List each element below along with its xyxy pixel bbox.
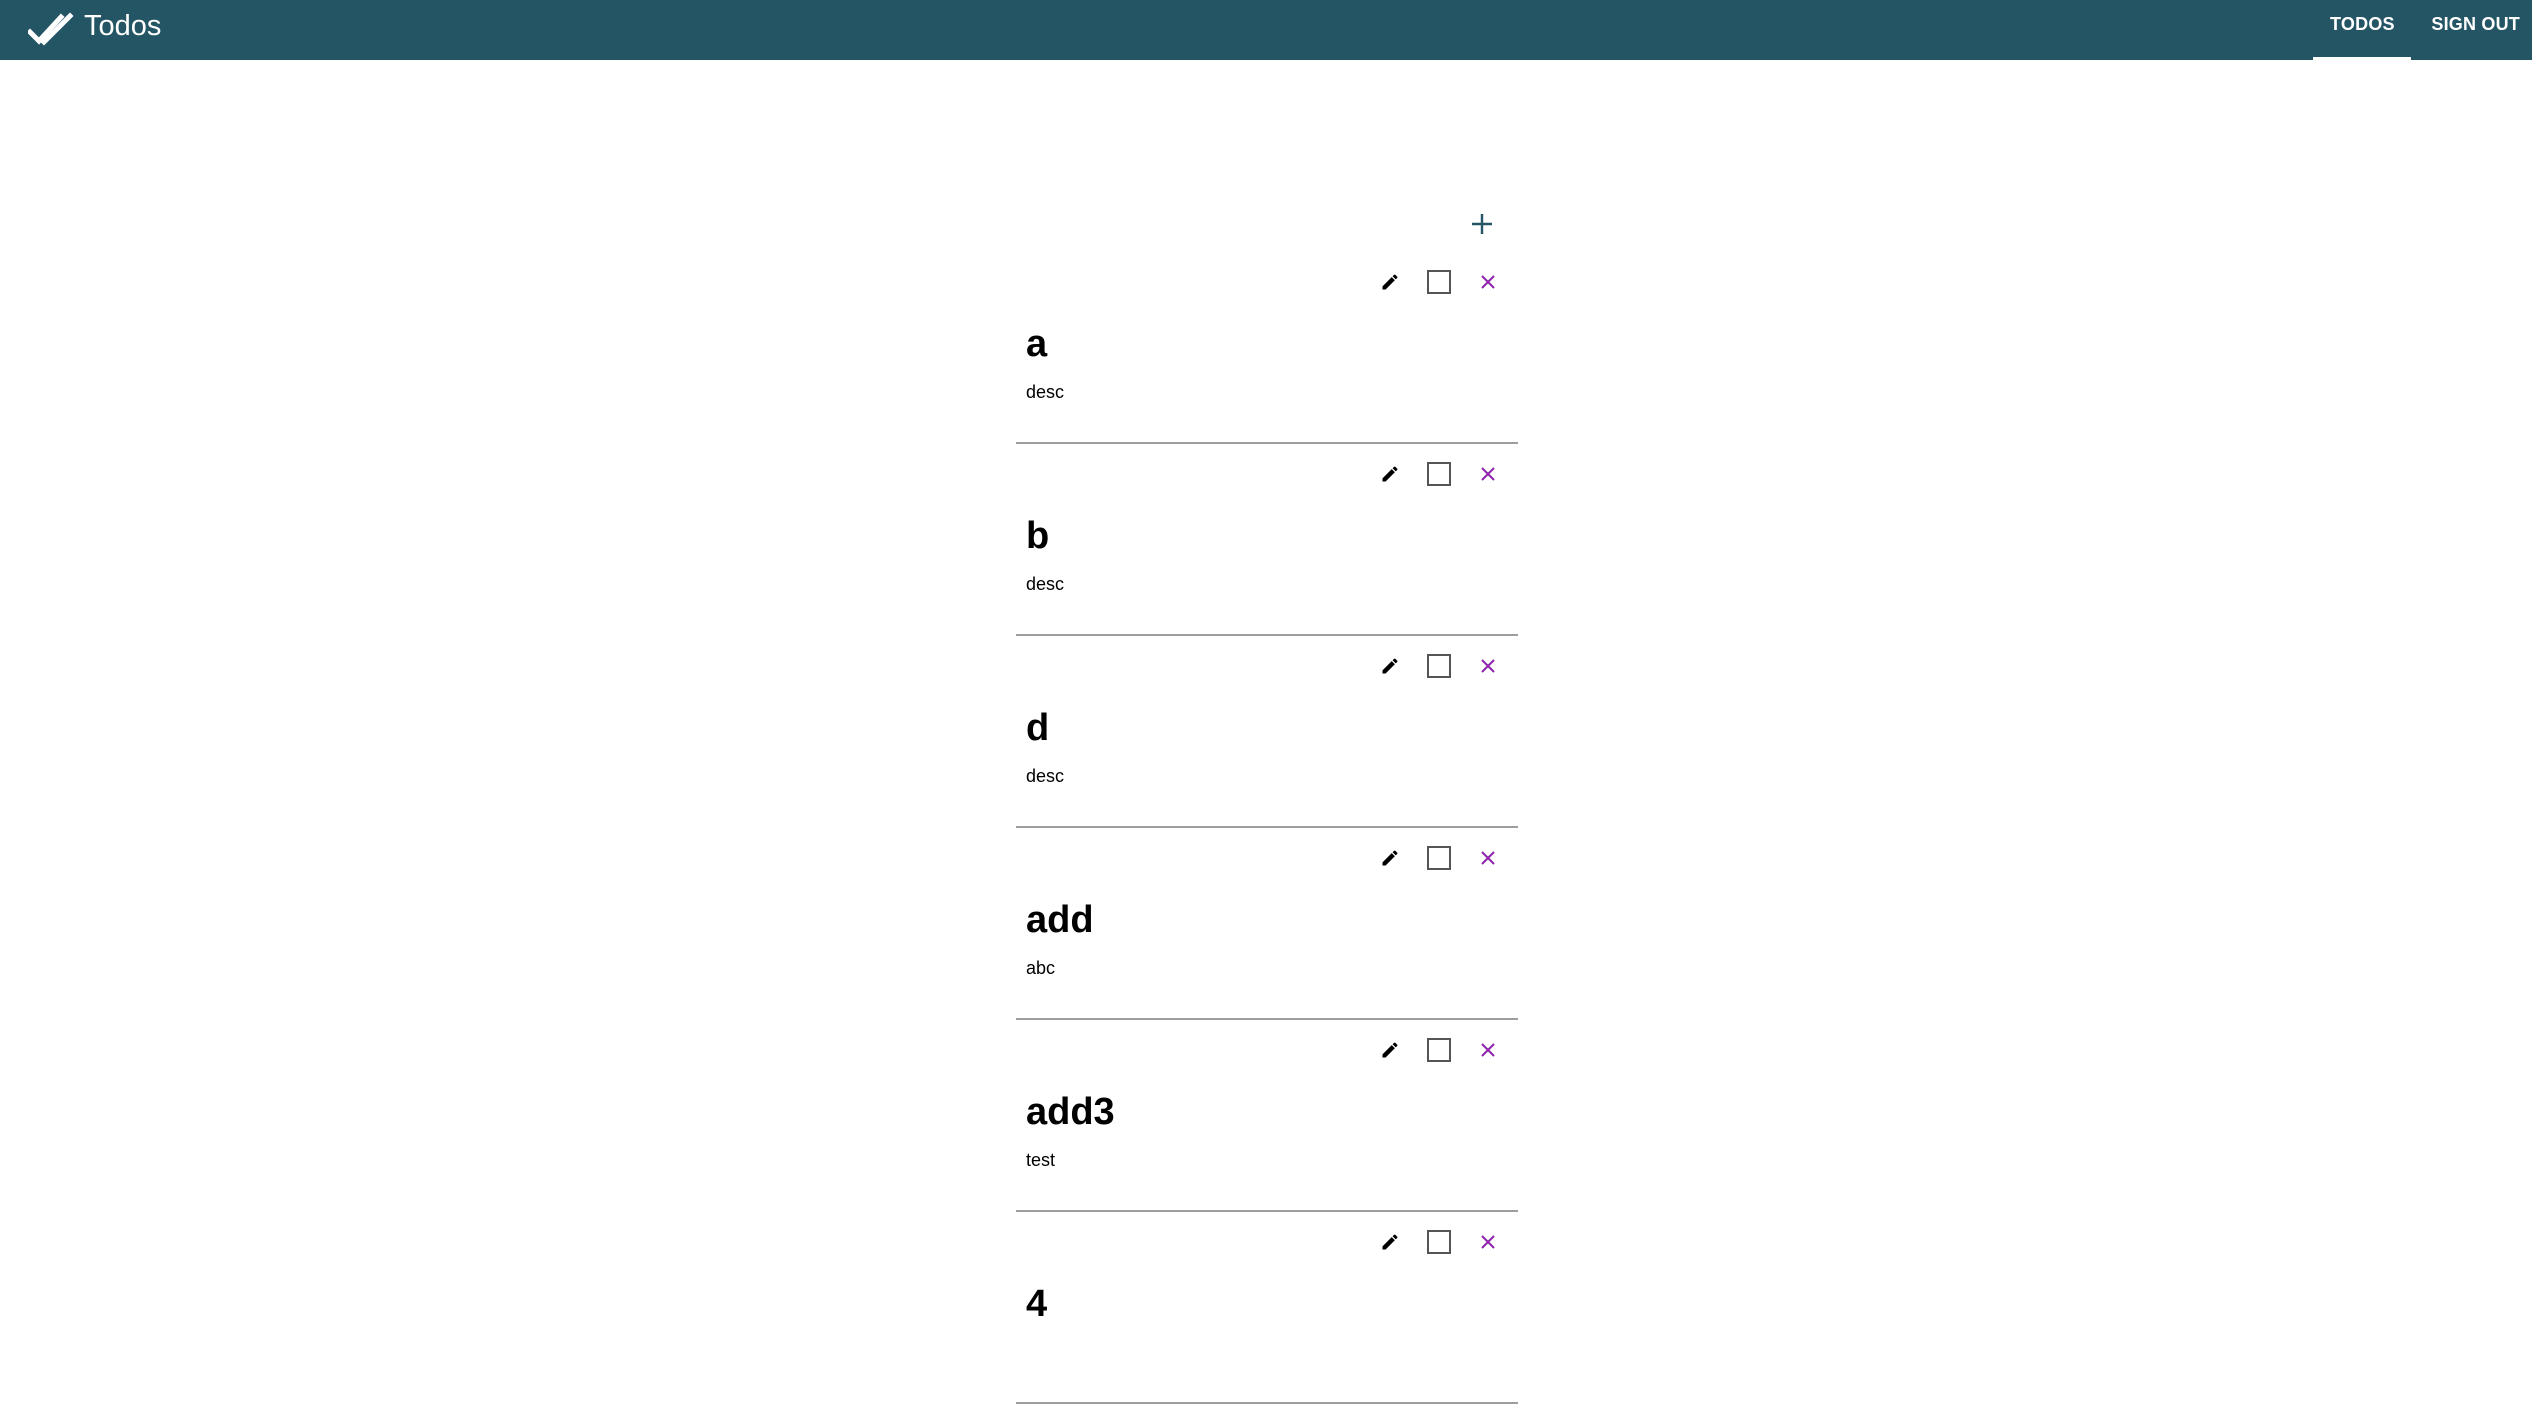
todo-item: a desc: [1016, 252, 1518, 444]
todo-item: add abc: [1016, 828, 1518, 1020]
checkbox-icon: [1426, 461, 1452, 487]
checkbox-icon: [1426, 1037, 1452, 1063]
checkbox-icon: [1426, 845, 1452, 871]
complete-checkbox[interactable]: [1421, 1032, 1457, 1068]
edit-button[interactable]: [1372, 840, 1408, 876]
complete-checkbox[interactable]: [1421, 840, 1457, 876]
todo-description: abc: [1026, 958, 1056, 978]
sign-out-button[interactable]: SIGN OUT: [2411, 0, 2532, 54]
todo-title: b: [1026, 515, 1050, 557]
pencil-icon: [1380, 656, 1400, 676]
pencil-icon: [1380, 272, 1400, 292]
pencil-icon: [1380, 1232, 1400, 1252]
checkbox-icon: [1426, 1229, 1452, 1255]
plus-icon: [1471, 213, 1493, 235]
close-icon: [1480, 658, 1496, 674]
edit-button[interactable]: [1372, 1032, 1408, 1068]
todo-item: d desc: [1016, 636, 1518, 828]
close-icon: [1480, 1042, 1496, 1058]
todo-item: b desc: [1016, 444, 1518, 636]
close-icon: [1480, 274, 1496, 290]
pencil-icon: [1380, 464, 1400, 484]
tab-todos[interactable]: TODOS: [2313, 0, 2412, 60]
delete-button[interactable]: [1470, 840, 1506, 876]
close-icon: [1480, 1234, 1496, 1250]
delete-button[interactable]: [1470, 456, 1506, 492]
double-check-icon: [28, 10, 74, 50]
todo-description: desc: [1026, 574, 1065, 594]
top-app-bar: Todos TODOS SIGN OUT: [0, 0, 2532, 60]
todo-description: test: [1026, 1150, 1056, 1170]
top-nav: TODOS SIGN OUT: [2313, 0, 2532, 60]
todo-item: 4: [1016, 1212, 1518, 1404]
todo-actions: [1359, 840, 1506, 876]
pencil-icon: [1380, 848, 1400, 868]
brand[interactable]: Todos: [28, 0, 161, 60]
todo-title: d: [1026, 707, 1050, 749]
todo-actions: [1359, 648, 1506, 684]
delete-button[interactable]: [1470, 264, 1506, 300]
close-icon: [1480, 466, 1496, 482]
complete-checkbox[interactable]: [1421, 648, 1457, 684]
todo-title: add3: [1026, 1091, 1115, 1133]
checkbox-icon: [1426, 653, 1452, 679]
todo-actions: [1359, 264, 1506, 300]
edit-button[interactable]: [1372, 456, 1408, 492]
todo-item: add3 test: [1016, 1020, 1518, 1212]
edit-button[interactable]: [1372, 1224, 1408, 1260]
edit-button[interactable]: [1372, 648, 1408, 684]
delete-button[interactable]: [1470, 1224, 1506, 1260]
add-todo-button[interactable]: [1462, 204, 1502, 244]
todo-title: add: [1026, 899, 1094, 941]
complete-checkbox[interactable]: [1421, 456, 1457, 492]
close-icon: [1480, 850, 1496, 866]
app-title: Todos: [84, 9, 162, 42]
complete-checkbox[interactable]: [1421, 264, 1457, 300]
delete-button[interactable]: [1470, 648, 1506, 684]
edit-button[interactable]: [1372, 264, 1408, 300]
todo-title: a: [1026, 323, 1048, 365]
delete-button[interactable]: [1470, 1032, 1506, 1068]
todo-actions: [1359, 1032, 1506, 1068]
complete-checkbox[interactable]: [1421, 1224, 1457, 1260]
todo-description: desc: [1026, 382, 1065, 402]
todo-actions: [1359, 456, 1506, 492]
pencil-icon: [1380, 1040, 1400, 1060]
todo-title: 4: [1026, 1283, 1048, 1325]
todo-actions: [1359, 1224, 1506, 1260]
todo-description: desc: [1026, 766, 1065, 786]
checkbox-icon: [1426, 269, 1452, 295]
todo-list: a desc b desc d desc add abc add3 test 4: [1016, 252, 1518, 1404]
